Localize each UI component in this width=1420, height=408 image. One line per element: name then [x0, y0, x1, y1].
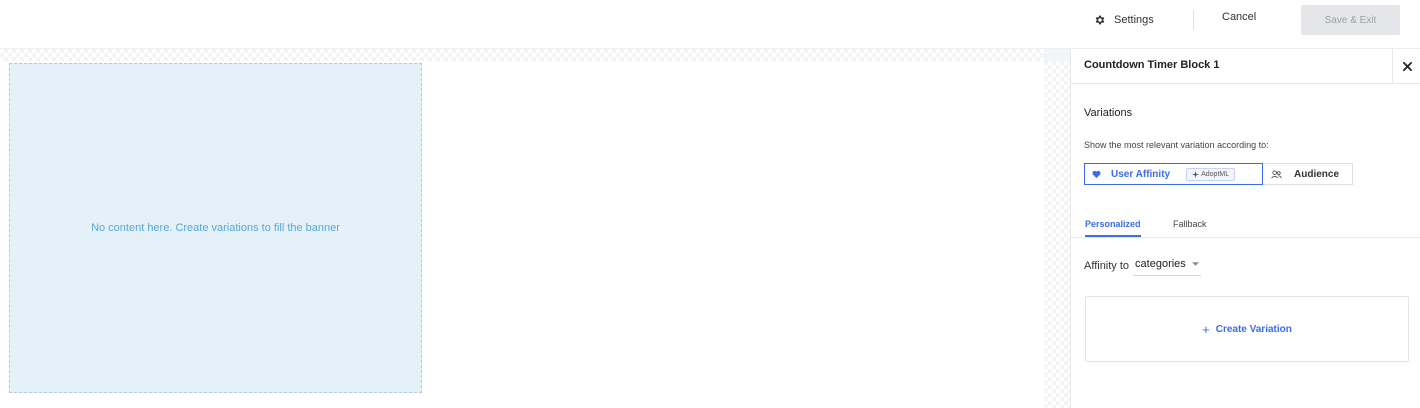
- affinity-label: Affinity to: [1084, 260, 1130, 272]
- chevron-down-icon: [1191, 262, 1199, 266]
- close-panel-button[interactable]: [1392, 49, 1420, 83]
- gear-icon: [1095, 15, 1105, 25]
- banner-placeholder[interactable]: No content here. Create variations to fi…: [9, 63, 422, 393]
- users-icon: [1271, 169, 1282, 178]
- canvas-pattern-right: [1044, 49, 1070, 408]
- affinity-dropdown[interactable]: categories: [1133, 256, 1201, 276]
- tab-personalized[interactable]: Personalized: [1085, 219, 1141, 237]
- close-icon: [1403, 61, 1412, 71]
- variation-tabs: Personalized Fallback: [1071, 215, 1420, 238]
- cancel-button[interactable]: Cancel: [1222, 11, 1256, 23]
- panel-header: Countdown Timer Block 1: [1071, 49, 1420, 84]
- create-variation-label: Create Variation: [1215, 323, 1292, 335]
- banner-empty-message: No content here. Create variations to fi…: [91, 222, 340, 234]
- affinity-row: Affinity to categories: [1084, 256, 1201, 276]
- block-settings-panel: Countdown Timer Block 1 Variations Show …: [1070, 49, 1420, 408]
- heart-icon: [1092, 170, 1101, 178]
- user-affinity-option[interactable]: User Affinity AdoptML: [1084, 163, 1263, 185]
- adoptml-label: AdoptML: [1201, 170, 1230, 178]
- create-variation-button[interactable]: + Create Variation: [1085, 296, 1409, 362]
- plus-icon: +: [1202, 321, 1210, 337]
- adoptml-badge: AdoptML: [1186, 167, 1236, 181]
- settings-button[interactable]: Settings: [1094, 11, 1154, 29]
- spark-icon: [1192, 170, 1200, 178]
- panel-title: Countdown Timer Block 1: [1084, 59, 1220, 71]
- create-variation-label-wrap: + Create Variation: [1202, 322, 1292, 337]
- canvas-area: No content here. Create variations to fi…: [0, 49, 1070, 408]
- audience-label: Audience: [1294, 168, 1340, 180]
- save-exit-button[interactable]: Save & Exit: [1301, 5, 1400, 35]
- top-toolbar: Settings Cancel Save & Exit: [0, 0, 1420, 49]
- audience-option[interactable]: Audience: [1263, 163, 1353, 185]
- canvas-pattern-top: [0, 49, 1070, 61]
- variations-description: Show the most relevant variation accordi…: [1084, 140, 1269, 150]
- toolbar-divider: [1193, 10, 1194, 30]
- affinity-value: categories: [1135, 258, 1186, 270]
- settings-label: Settings: [1114, 14, 1154, 26]
- user-affinity-label: User Affinity: [1111, 168, 1171, 180]
- tab-fallback[interactable]: Fallback: [1173, 219, 1207, 235]
- variations-heading: Variations: [1084, 107, 1133, 119]
